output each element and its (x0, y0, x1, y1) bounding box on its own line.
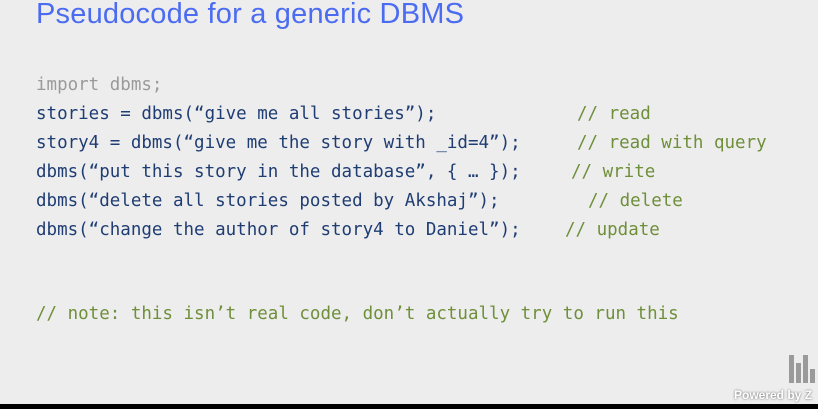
powered-by-watermark: Powered by Z (734, 388, 813, 402)
comment-write: // write (571, 162, 656, 182)
code-line-write: dbms(“put this story in the database”, {… (36, 162, 521, 182)
slide: Pseudocode for a generic DBMS import dbm… (0, 0, 818, 404)
comment-delete: // delete (588, 191, 683, 211)
bottom-bar (0, 404, 818, 409)
code-line-delete: dbms(“delete all stories posted by Aksha… (36, 191, 500, 211)
slide-title: Pseudocode for a generic DBMS (36, 0, 465, 30)
comment-read: // read (577, 104, 651, 124)
code-line-update: dbms(“change the author of story4 to Dan… (36, 220, 521, 240)
import-line: import dbms; (36, 75, 163, 95)
comment-update: // update (565, 220, 660, 240)
comment-read-query: // read with query (577, 133, 767, 153)
mit-logo-icon (789, 355, 815, 383)
note-comment: // note: this isn’t real code, don’t act… (36, 304, 679, 324)
code-line-read: stories = dbms(“give me all stories”); (36, 104, 437, 124)
code-line-read-query: story4 = dbms(“give me the story with _i… (36, 133, 521, 153)
